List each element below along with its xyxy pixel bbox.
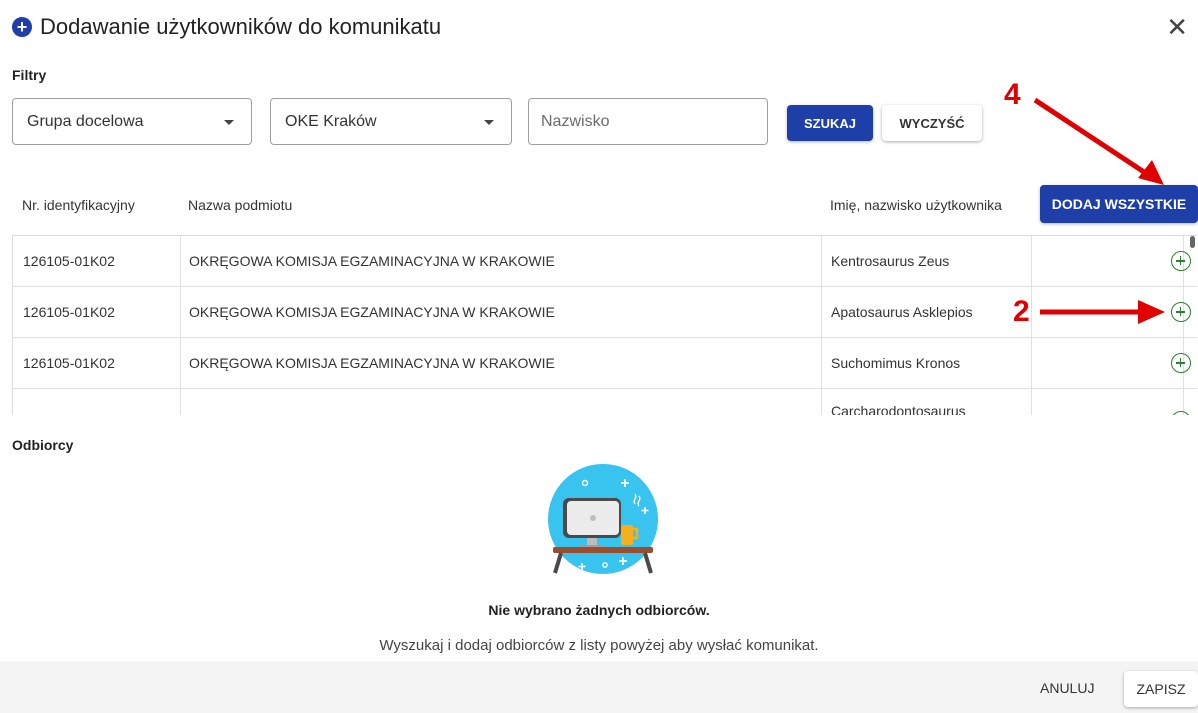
add-circle-icon[interactable] [1171,302,1191,322]
dialog-header: + Dodawanie użytkowników do komunikatu [12,14,441,40]
oke-value: OKE Kraków [285,112,377,130]
scrollbar[interactable] [1190,236,1195,248]
annotation-number-4: 4 [1004,78,1021,111]
row-entity: OKRĘGOWA KOMISJA EGZAMINACYJNA W KRAKOWI… [189,304,555,320]
caret-down-icon [484,120,494,125]
row-user: Carcharodontosaurus [831,403,966,415]
row-id: 126105-01K02 [23,355,115,371]
target-group-value: Grupa docelowa [27,112,144,130]
annotation-number-2: 2 [1013,295,1030,328]
add-circle-icon[interactable] [1171,411,1191,415]
add-circle-icon[interactable] [1171,353,1191,373]
recipients-label: Odbiorcy [12,437,74,453]
dialog-footer: ANULUJ ZAPISZ [0,661,1198,713]
target-group-select[interactable]: Grupa docelowa [12,98,252,145]
column-header-entity: Nazwa podmiotu [188,197,293,213]
table-row: Carcharodontosaurus [13,389,1197,415]
dialog-title: Dodawanie użytkowników do komunikatu [40,14,442,39]
row-user: Suchomimus Kronos [831,355,961,371]
empty-state-subtitle: Wyszukaj i dodaj odbiorców z listy powyż… [379,637,819,654]
row-user: Apatosaurus Asklepios [831,304,973,320]
plus-circle-icon: + [12,17,32,37]
caret-down-icon [224,120,234,125]
table-row: 126105-01K02 OKRĘGOWA KOMISJA EGZAMINACY… [13,236,1197,287]
oke-select[interactable]: OKE Kraków [270,98,512,145]
save-button[interactable]: ZAPISZ [1124,671,1198,707]
column-header-id: Nr. identyfikacyjny [22,197,135,213]
close-icon[interactable]: ✕ [1166,14,1188,40]
cancel-button[interactable]: ANULUJ [1040,680,1094,696]
add-circle-icon[interactable] [1171,251,1191,271]
row-user: Kentrosaurus Zeus [831,253,950,269]
computer-desk-illustration-icon [548,464,658,574]
annotation-arrow-icon [1040,300,1165,324]
row-entity: OKRĘGOWA KOMISJA EGZAMINACYJNA W KRAKOWI… [189,355,555,371]
add-all-button[interactable]: DODAJ WSZYSTKIE [1040,185,1198,223]
row-id: 126105-01K02 [23,304,115,320]
search-button[interactable]: SZUKAJ [787,105,873,141]
column-header-user: Imię, nazwisko użytkownika [830,197,1002,213]
row-id: 126105-01K02 [23,253,115,269]
clear-button[interactable]: WYCZYŚĆ [882,105,982,141]
surname-input[interactable] [528,98,768,145]
annotation-arrow-icon [1033,97,1164,185]
row-entity: OKRĘGOWA KOMISJA EGZAMINACYJNA W KRAKOWI… [189,253,555,269]
filters-label: Filtry [12,67,47,83]
empty-state-title: Nie wybrano żadnych odbiorców. [488,602,710,618]
table-row: 126105-01K02 OKRĘGOWA KOMISJA EGZAMINACY… [13,338,1197,389]
